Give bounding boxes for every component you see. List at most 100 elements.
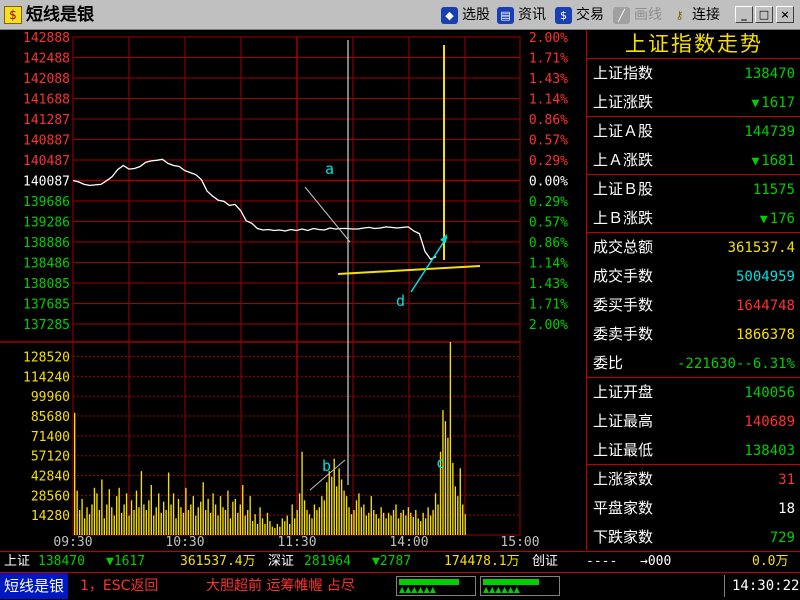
minimize-button[interactable]: _: [735, 6, 753, 23]
close-button[interactable]: ×: [776, 6, 794, 23]
time-tick-label: 09:30: [53, 535, 92, 550]
price-tick-label: 142488: [23, 52, 70, 67]
volume-bar: [402, 510, 405, 535]
volume-bar: [355, 500, 358, 535]
price-tick-label: 140887: [23, 134, 70, 149]
volume-bar: [227, 490, 229, 535]
volume-bar: [385, 518, 387, 535]
key-hint: 1，ESC返回: [80, 578, 159, 594]
volume-bar: [437, 504, 439, 535]
percent-tick-label: 0.00%: [529, 175, 568, 190]
volume-bar: [303, 500, 306, 535]
volume-bar: [251, 521, 254, 535]
volume-bar: [405, 515, 407, 535]
price-tick-label: 141688: [23, 93, 70, 108]
volume-bar: [343, 490, 345, 535]
volume-bar: [289, 523, 291, 535]
window-title: 短线是银: [26, 5, 94, 25]
volume-bar: [311, 518, 313, 535]
volume-tick-label: 14280: [31, 509, 70, 524]
volume-bar: [432, 510, 434, 535]
volume-bar: [88, 514, 91, 535]
panel-row: 上涨家数 31: [587, 465, 800, 494]
volume-tick-label: 42840: [31, 470, 70, 485]
app-badge[interactable]: 短线是银: [0, 573, 69, 599]
volume-bar: [155, 507, 157, 535]
volume-bar: [185, 487, 187, 535]
volume-bar: [382, 512, 385, 535]
volume-bar: [338, 468, 340, 535]
toolbar-connect-button[interactable]: ⚷ 连接: [670, 4, 720, 26]
volume-bar: [111, 507, 113, 535]
index-status-line: 上证 138470 ▼ 1617 361537.4万 深证 281964 ▼ 278…: [0, 551, 800, 573]
sh-change: ▼ 1617: [106, 554, 146, 569]
down-arrow-icon: ▼: [751, 96, 760, 111]
volume-bar: [222, 507, 224, 535]
panel-row-label: 上Ａ涨跌: [593, 151, 654, 169]
volume-bar: [180, 507, 182, 535]
volume-bar: [106, 504, 108, 535]
panel-row-value: 31: [778, 472, 795, 488]
volume-bar: [313, 504, 316, 535]
time-tick-label: 15:00: [500, 535, 539, 550]
volume-bar: [323, 500, 326, 535]
volume-bar: [358, 493, 360, 535]
panel-row: 上Ａ涨跌 ▼ 1681: [587, 146, 800, 175]
price-tick-label: 139286: [23, 216, 70, 231]
volume-bar: [86, 507, 88, 535]
volume-bar: [462, 504, 464, 535]
panel-row: 上Ｂ涨跌 ▼ 176: [587, 204, 800, 233]
percent-tick-label: 2.00%: [529, 31, 568, 46]
volume-bar: [177, 498, 180, 535]
panel-row-value: 729: [769, 530, 795, 546]
percent-tick-label: 2.00%: [529, 318, 568, 333]
volume-bar: [229, 518, 232, 535]
toolbar-trade-button[interactable]: $ 交易: [554, 4, 604, 26]
volume-bar: [328, 471, 330, 535]
panel-title: 上证指数走势: [625, 32, 763, 56]
volume-bar: [254, 514, 256, 535]
volume-bar: [125, 493, 128, 535]
volume-bar: [98, 510, 101, 535]
volume-tick-label: 114240: [23, 370, 70, 385]
volume-bar: [217, 515, 219, 535]
panel-row: 上证最高 140689: [587, 407, 800, 436]
volume-bar: [397, 518, 400, 535]
volume-bar: [242, 485, 244, 535]
panel-row: 下跌家数 729: [587, 523, 800, 552]
app-logo-icon: $: [4, 6, 22, 24]
panel-row-value: 361537.4: [727, 240, 795, 256]
down-arrow-icon: ▼: [751, 154, 760, 169]
volume-bar: [420, 521, 422, 535]
sz-change: ▼ 2787: [372, 554, 412, 569]
volume-bar: [360, 507, 363, 535]
sz-label: 深证: [268, 554, 295, 569]
volume-bar: [239, 504, 241, 535]
volume-bar: [261, 518, 264, 535]
volume-bar: [81, 498, 83, 535]
volume-bar: [91, 504, 93, 535]
intraday-chart[interactable]: 142888 142488 142088 141688 141287 140887 1404…: [0, 30, 585, 550]
index-price-line: [72, 158, 437, 261]
percent-tick-label: 0.29%: [529, 195, 568, 210]
panel-row: 委比 -221630--6.31%: [587, 349, 800, 378]
price-tick-label: 138085: [23, 277, 70, 292]
maximize-button[interactable]: □: [755, 6, 773, 23]
toolbar-draw-line-button[interactable]: ╱ 画线: [612, 4, 662, 26]
volume-bar: [135, 490, 138, 535]
toolbar-news-button[interactable]: ▤ 资讯: [496, 4, 546, 26]
volume-bar: [350, 514, 353, 535]
panel-divider: [587, 174, 800, 175]
volume-bar: [291, 504, 293, 535]
volume-tick-label: 57120: [31, 450, 70, 465]
percent-tick-label: 0.86%: [529, 236, 568, 251]
panel-row-value: 138403: [744, 443, 795, 459]
toolbar-select-stock-button[interactable]: ◆ 选股: [440, 4, 490, 26]
panel-row-label: 委比: [593, 354, 624, 372]
volume-bar: [249, 496, 251, 535]
panel-row-value: 18: [778, 501, 795, 517]
volume-bar: [83, 518, 86, 535]
volume-bar: [429, 515, 432, 535]
panel-row: 委卖手数 1866378: [587, 320, 800, 349]
volume-bar: [130, 500, 133, 535]
